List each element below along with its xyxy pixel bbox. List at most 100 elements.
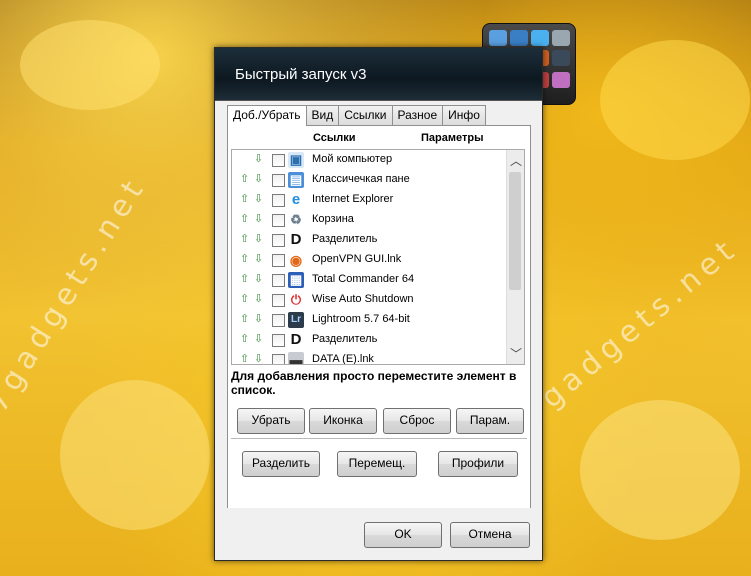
drive-icon: ▬: [288, 352, 304, 364]
move-up-icon[interactable]: ⇧: [240, 293, 249, 305]
list-item[interactable]: ⇧ ⇩ D Разделитель: [232, 230, 524, 250]
background-leaves: [580, 400, 740, 540]
list-item[interactable]: ⇧ ⇩ e Internet Explorer: [232, 190, 524, 210]
list-item-label: Lightroom 5.7 64-bit: [312, 313, 410, 325]
split-button[interactable]: Разделить: [242, 451, 320, 477]
column-header-links: Ссылки: [313, 132, 356, 144]
list-item-label: Классичечкая пане: [312, 173, 410, 185]
move-up-icon[interactable]: ⇧: [240, 273, 249, 285]
quick-launch-settings-window: Быстрый запуск v3 Доб./Убрать Вид Ссылки…: [214, 47, 543, 561]
item-checkbox[interactable]: [272, 214, 285, 227]
item-checkbox[interactable]: [272, 274, 285, 287]
tab-strip: Доб./Убрать Вид Ссылки Разное Инфо: [227, 105, 531, 126]
item-checkbox[interactable]: [272, 334, 285, 347]
item-checkbox[interactable]: [272, 174, 285, 187]
list-item-label: Корзина: [312, 213, 354, 225]
column-header-params: Параметры: [421, 132, 484, 144]
move-down-icon[interactable]: ⇩: [254, 153, 263, 165]
folder-icon[interactable]: [489, 30, 507, 46]
watermark-right: 7gadgets.net: [515, 230, 746, 432]
move-up-icon[interactable]: ⇧: [240, 193, 249, 205]
internet-explorer-icon[interactable]: [531, 30, 549, 46]
item-checkbox[interactable]: [272, 314, 285, 327]
tab-links[interactable]: Ссылки: [338, 105, 393, 125]
move-down-icon[interactable]: ⇩: [254, 233, 263, 245]
app-icon[interactable]: [552, 72, 570, 88]
move-up-icon[interactable]: ⇧: [240, 353, 249, 364]
list-item[interactable]: ⇧ ⇩ ▬ DATA (E).lnk: [232, 350, 524, 365]
reset-button[interactable]: Сброс: [383, 408, 451, 434]
item-checkbox[interactable]: [272, 154, 285, 167]
list-item[interactable]: ⇧ ⇩ ▦ Total Commander 64: [232, 270, 524, 290]
divider-icon: D: [290, 231, 302, 248]
list-item-label: Internet Explorer: [312, 193, 394, 205]
list-item-label: DATA (E).lnk: [312, 353, 374, 365]
cancel-button[interactable]: Отмена: [450, 522, 530, 548]
list-item[interactable]: ⇩ ▣ Мой компьютер: [232, 150, 524, 170]
list-item[interactable]: ⇧ ⇩ ⏻ Wise Auto Shutdown: [232, 290, 524, 310]
move-down-icon[interactable]: ⇩: [254, 333, 263, 345]
item-checkbox[interactable]: [272, 194, 285, 207]
item-checkbox[interactable]: [272, 234, 285, 247]
scroll-up-icon[interactable]: ︿: [510, 152, 522, 169]
background-leaves: [60, 380, 210, 530]
links-list[interactable]: ⇩ ▣ Мой компьютер ⇧ ⇩ ▤ Классичечкая пан…: [231, 149, 525, 365]
window-title: Быстрый запуск v3: [235, 66, 367, 83]
list-item-label: Wise Auto Shutdown: [312, 293, 414, 305]
move-down-icon[interactable]: ⇩: [254, 293, 263, 305]
remove-button[interactable]: Убрать: [237, 408, 305, 434]
scroll-down-icon[interactable]: ﹀: [510, 345, 522, 362]
lightroom-icon: Lr: [288, 312, 304, 328]
list-scrollbar[interactable]: ︿ ﹀: [506, 150, 524, 364]
background-leaves: [600, 40, 750, 160]
list-item-label: Мой компьютер: [312, 153, 393, 165]
move-up-icon[interactable]: ⇧: [240, 333, 249, 345]
move-down-icon[interactable]: ⇩: [254, 193, 263, 205]
openvpn-icon: ◉: [289, 252, 303, 268]
move-up-icon[interactable]: ⇧: [240, 173, 249, 185]
list-item[interactable]: ⇧ ⇩ ▤ Классичечкая пане: [232, 170, 524, 190]
internet-explorer-icon: e: [291, 191, 301, 208]
computer-icon: ▣: [288, 152, 304, 168]
move-down-icon[interactable]: ⇩: [254, 213, 263, 225]
tab-panel-add-remove: Ссылки Параметры ⇩ ▣ Мой компьютер ⇧ ⇩ ▤…: [227, 125, 531, 534]
icon-button[interactable]: Иконка: [309, 408, 377, 434]
recycle-bin-icon[interactable]: [552, 30, 570, 46]
background-leaves: [20, 20, 160, 110]
recycle-bin-icon: ♻: [290, 212, 302, 227]
title-bar[interactable]: Быстрый запуск v3: [215, 48, 542, 101]
list-item-label: Total Commander 64: [312, 273, 415, 285]
computer-icon[interactable]: [510, 30, 528, 46]
tab-info[interactable]: Инфо: [442, 105, 486, 125]
move-down-icon[interactable]: ⇩: [254, 253, 263, 265]
list-item[interactable]: ⇧ ⇩ D Разделитель: [232, 330, 524, 350]
move-down-icon[interactable]: ⇩: [254, 353, 263, 364]
move-down-icon[interactable]: ⇩: [254, 173, 263, 185]
move-down-icon[interactable]: ⇩: [254, 273, 263, 285]
params-button[interactable]: Парам.: [456, 408, 524, 434]
move-down-icon[interactable]: ⇩: [254, 313, 263, 325]
scrollbar-thumb[interactable]: [509, 172, 521, 290]
list-item[interactable]: ⇧ ⇩ ♻ Корзина: [232, 210, 524, 230]
tab-view[interactable]: Вид: [305, 105, 340, 125]
tab-add-remove[interactable]: Доб./Убрать: [227, 105, 307, 126]
dialog-footer: OK Отмена: [215, 508, 542, 560]
divider-icon: D: [290, 331, 302, 348]
move-up-icon[interactable]: ⇧: [240, 233, 249, 245]
list-item[interactable]: ⇧ ⇩ Lr Lightroom 5.7 64-bit: [232, 310, 524, 330]
ok-button[interactable]: OK: [364, 522, 442, 548]
move-up-icon[interactable]: ⇧: [240, 213, 249, 225]
separator: [231, 438, 527, 440]
item-checkbox[interactable]: [272, 294, 285, 307]
total-commander-icon: ▦: [288, 272, 304, 288]
wise-shutdown-icon: ⏻: [290, 292, 302, 307]
list-item[interactable]: ⇧ ⇩ ◉ OpenVPN GUI.lnk: [232, 250, 524, 270]
move-button[interactable]: Перемещ.: [337, 451, 417, 477]
item-checkbox[interactable]: [272, 254, 285, 267]
tab-misc[interactable]: Разное: [391, 105, 444, 125]
profiles-button[interactable]: Профили: [438, 451, 518, 477]
move-up-icon[interactable]: ⇧: [240, 313, 249, 325]
move-up-icon[interactable]: ⇧: [240, 253, 249, 265]
lightroom-icon[interactable]: [552, 50, 570, 66]
item-checkbox[interactable]: [272, 354, 285, 364]
